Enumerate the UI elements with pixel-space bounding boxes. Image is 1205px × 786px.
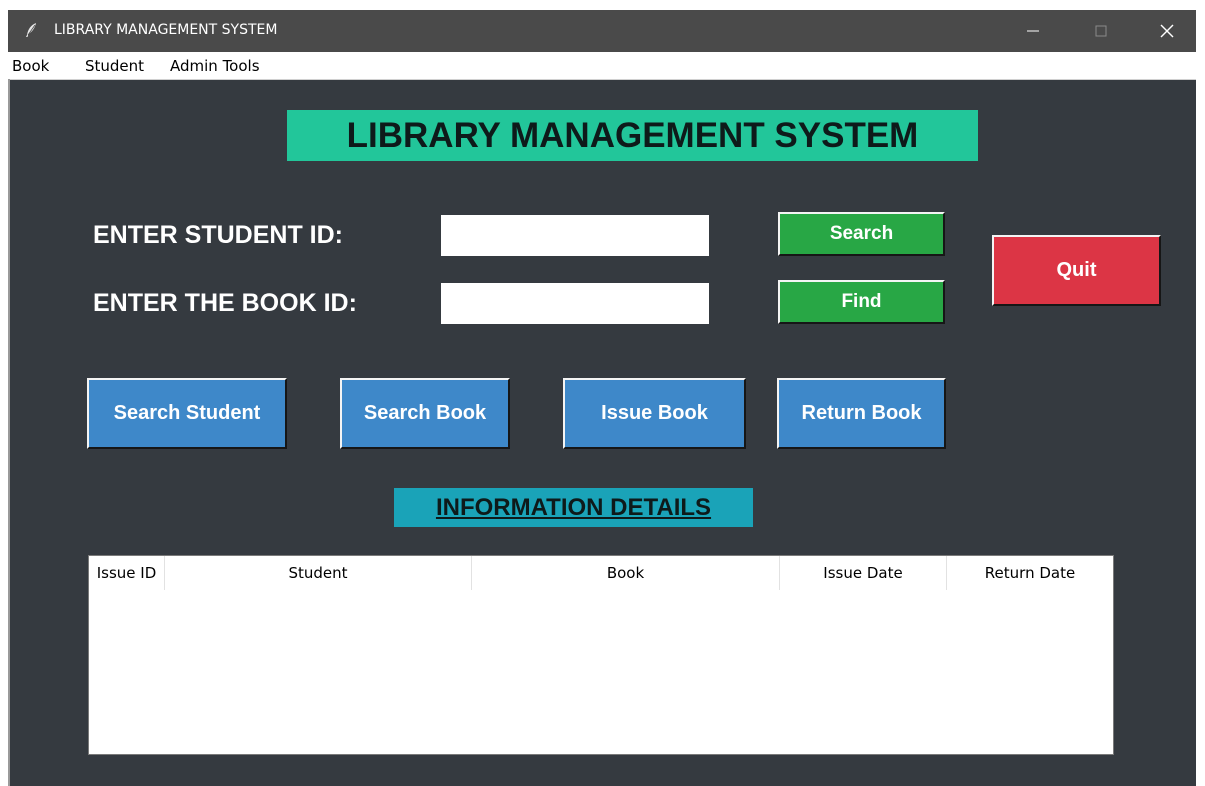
information-details-heading: INFORMATION DETAILS xyxy=(394,488,753,527)
menu-admin-tools[interactable]: Admin Tools xyxy=(170,57,260,75)
minimize-button[interactable] xyxy=(1004,10,1062,52)
menu-book[interactable]: Book xyxy=(12,57,49,75)
column-header-student[interactable]: Student xyxy=(165,556,472,590)
feather-icon xyxy=(24,22,38,38)
window-title: LIBRARY MANAGEMENT SYSTEM xyxy=(54,22,278,38)
close-button[interactable] xyxy=(1138,10,1196,52)
column-header-return-date[interactable]: Return Date xyxy=(947,556,1113,590)
student-id-input[interactable] xyxy=(441,215,709,256)
issue-book-button[interactable]: Issue Book xyxy=(563,378,746,449)
column-header-issue-id[interactable]: Issue ID xyxy=(89,556,165,590)
app-window: LIBRARY MANAGEMENT SYSTEM Book Student A… xyxy=(8,10,1196,786)
title-bar[interactable]: LIBRARY MANAGEMENT SYSTEM xyxy=(8,10,1196,52)
search-student-button[interactable]: Search Student xyxy=(87,378,287,449)
student-id-label: ENTER STUDENT ID: xyxy=(93,221,343,249)
maximize-icon xyxy=(1095,25,1107,37)
close-icon xyxy=(1160,24,1174,38)
find-button[interactable]: Find xyxy=(778,280,945,324)
book-id-label: ENTER THE BOOK ID: xyxy=(93,289,357,317)
book-id-input[interactable] xyxy=(441,283,709,324)
search-book-button[interactable]: Search Book xyxy=(340,378,510,449)
menu-student[interactable]: Student xyxy=(85,57,144,75)
maximize-button[interactable] xyxy=(1072,10,1130,52)
page-title: LIBRARY MANAGEMENT SYSTEM xyxy=(287,110,978,161)
quit-button[interactable]: Quit xyxy=(992,235,1161,306)
column-header-book[interactable]: Book xyxy=(472,556,780,590)
minimize-icon xyxy=(1027,30,1039,32)
menu-bar: Book Student Admin Tools xyxy=(8,52,1196,80)
column-header-issue-date[interactable]: Issue Date xyxy=(780,556,947,590)
issue-table[interactable]: Issue ID Student Book Issue Date Return … xyxy=(88,555,1114,755)
return-book-button[interactable]: Return Book xyxy=(777,378,946,449)
search-button[interactable]: Search xyxy=(778,212,945,256)
window-border xyxy=(8,79,10,786)
